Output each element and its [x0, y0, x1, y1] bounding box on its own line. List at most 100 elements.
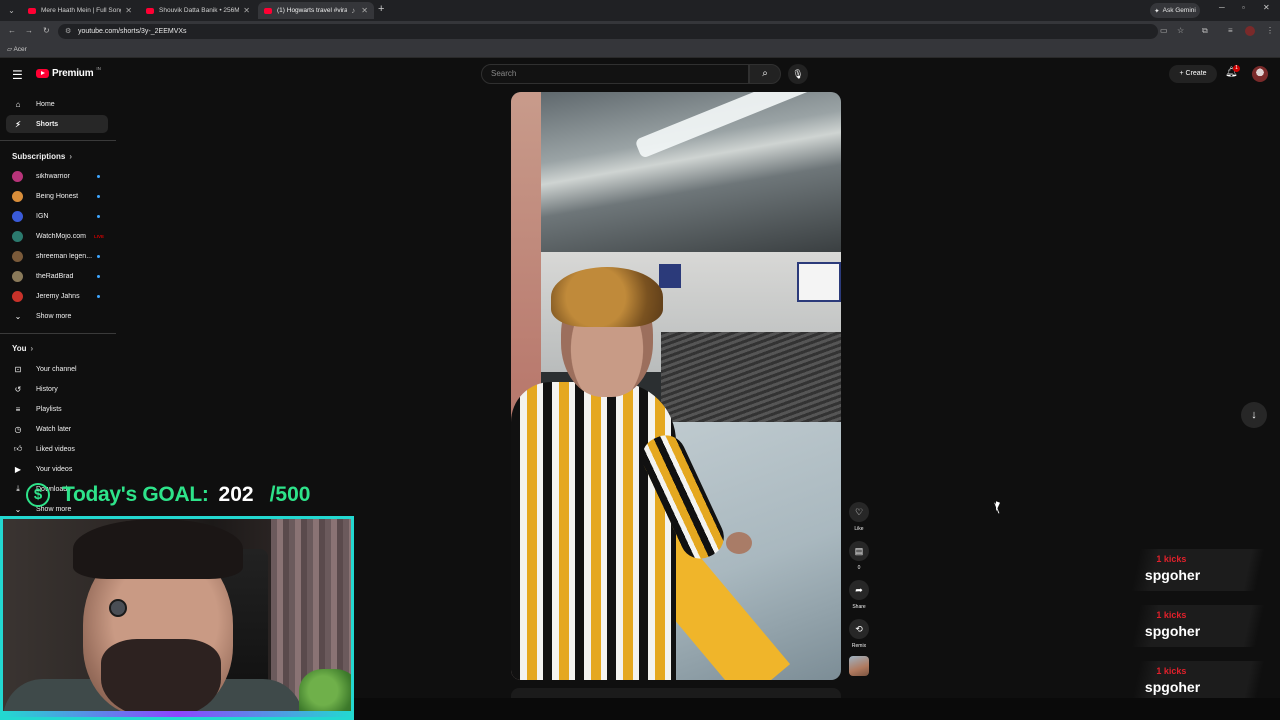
browser-tab-active[interactable]: (1) Hogwarts travel #viral # ♪ ✕ — [258, 2, 374, 19]
subscription-item[interactable]: Being Honest — [6, 187, 108, 205]
cast-icon[interactable]: ▭ — [1160, 26, 1168, 35]
stream-goal-overlay: $ Today's GOAL: 202 /500 — [26, 480, 310, 510]
create-button[interactable]: + Create — [1169, 65, 1217, 83]
subscription-item[interactable]: sikhwarrior — [6, 167, 108, 185]
tab-title: (1) Hogwarts travel #viral # — [277, 7, 348, 14]
browser-tab[interactable]: Mere Haath Mein | Full Song | Fanaa ✕ — [22, 2, 138, 19]
comments-button[interactable]: ▤ 0 — [848, 541, 870, 571]
search-icon: ⌕ — [762, 68, 768, 79]
youtube-logo[interactable]: Premium IN — [36, 66, 101, 79]
url-field[interactable]: ⚙ youtube.com/shorts/3y-_2EEMVXs — [58, 24, 1158, 39]
sound-source-avatar[interactable] — [849, 656, 869, 676]
youtube-header: ☰ Premium IN Search ⌕ 🎙︎ + Create 🔔︎ 1 — [0, 60, 1280, 90]
search-input[interactable]: Search — [481, 64, 749, 84]
sidebar-item-home[interactable]: ⌂ Home — [6, 95, 108, 113]
youtube-favicon-icon — [264, 7, 272, 14]
voice-search-button[interactable]: 🎙︎ — [788, 64, 808, 84]
sidebar-item-your-channel[interactable]: ⊡ Your channel — [6, 360, 108, 378]
mouse-cursor-icon — [996, 501, 1000, 513]
extensions-icon[interactable]: ⧉ — [1202, 26, 1208, 36]
share-arrow-icon: ➦ — [849, 580, 869, 600]
home-icon: ⌂ — [15, 99, 21, 109]
subscription-item[interactable]: WatchMojo.com LIVE — [6, 227, 108, 245]
sidebar-item-playlists[interactable]: ≡ Playlists — [6, 400, 108, 418]
channel-avatar — [12, 290, 23, 302]
minimize-icon[interactable]: ─ — [1219, 3, 1225, 12]
channel-avatar — [12, 190, 23, 202]
chevron-down-icon: ⌄ — [14, 311, 22, 321]
menu-hamburger-icon[interactable]: ☰ — [12, 68, 23, 82]
search-button[interactable]: ⌕ — [749, 64, 781, 84]
tab-title: Mere Haath Mein | Full Song | Fanaa — [41, 7, 121, 14]
goal-label: Today's GOAL: — [62, 483, 209, 506]
subscription-item[interactable]: theRadBrad — [6, 267, 108, 285]
gemini-sparkle-icon: ✦ — [1154, 7, 1160, 15]
close-window-icon[interactable]: ✕ — [1263, 3, 1270, 12]
sidebar-item-shorts[interactable]: ⚡︎ Shorts — [6, 115, 108, 133]
like-button[interactable]: ♡ Like — [848, 502, 870, 532]
clock-icon: ◷ — [14, 424, 22, 434]
person-hair — [551, 267, 663, 327]
back-arrow-icon[interactable]: ← — [8, 26, 16, 35]
chevron-down-icon: ⌄ — [14, 504, 22, 514]
site-info-icon[interactable]: ⚙ — [65, 24, 71, 39]
playlist-icon: ≡ — [15, 404, 21, 414]
kick-alert: 1 kicks spgoher — [1131, 605, 1265, 647]
sidebar-item-watch-later[interactable]: ◷ Watch later — [6, 420, 108, 438]
like-icon: 👍︎ — [13, 444, 23, 453]
video-icon: ▶ — [14, 464, 22, 474]
channel-avatar — [12, 170, 23, 182]
remix-icon: ⟲ — [849, 619, 869, 639]
person-icon: ⊡ — [14, 364, 22, 374]
shorts-video-player[interactable] — [511, 92, 841, 680]
subscription-item[interactable]: IGN — [6, 207, 108, 225]
bookmark-folder[interactable]: ▱ Acer — [7, 45, 27, 53]
heart-icon: ♡ — [849, 502, 869, 522]
bookmarks-bar: ▱ Acer — [0, 42, 1280, 58]
history-icon: ↺ — [14, 384, 22, 394]
divider — [0, 140, 116, 141]
sidebar-item-history[interactable]: ↺ History — [6, 380, 108, 398]
media-controls-icon[interactable]: ≡ — [1228, 26, 1233, 35]
subscriptions-header[interactable]: Subscriptions › — [12, 152, 72, 161]
earbud-icon — [109, 599, 127, 617]
tab-search-chevron-icon[interactable]: ⌄ — [5, 4, 18, 17]
more-menu-icon[interactable]: ⋮ — [1266, 26, 1274, 35]
speaker-icon[interactable]: ♪ — [351, 6, 355, 15]
reload-icon[interactable]: ↻ — [43, 26, 50, 35]
new-content-dot — [97, 214, 100, 218]
bookmark-star-icon[interactable]: ☆ — [1177, 26, 1184, 35]
divider — [0, 333, 116, 334]
new-content-dot — [97, 294, 100, 298]
profile-avatar[interactable] — [1245, 26, 1255, 36]
next-video-button[interactable]: ↓ — [1241, 402, 1267, 428]
you-header[interactable]: You › — [12, 344, 33, 353]
close-tab-icon[interactable]: ✕ — [125, 6, 132, 15]
account-avatar[interactable] — [1252, 66, 1268, 82]
notification-badge: 1 — [1233, 65, 1240, 72]
subscriptions-show-more[interactable]: ⌄ Show more — [6, 307, 108, 325]
new-tab-button[interactable]: + — [378, 3, 384, 15]
subscription-item[interactable]: shreeman legen... — [6, 247, 108, 265]
download-icon: ⤓ — [16, 484, 20, 493]
microphone-icon: 🎙︎ — [792, 69, 804, 79]
sidebar-item-your-videos[interactable]: ▶ Your videos — [6, 460, 108, 478]
share-button[interactable]: ➦ Share — [848, 580, 870, 610]
plus-icon: + — [1179, 70, 1184, 77]
ask-gemini-button[interactable]: ✦ Ask Gemini — [1150, 3, 1200, 18]
webcam-beard — [101, 639, 221, 717]
close-tab-icon[interactable]: ✕ — [361, 6, 368, 15]
shorts-icon: ⚡︎ — [15, 119, 21, 129]
next-short-preview — [511, 688, 841, 698]
maximize-icon[interactable]: ▫ — [1242, 3, 1245, 12]
comment-icon: ▤ — [849, 541, 869, 561]
close-tab-icon[interactable]: ✕ — [243, 6, 250, 15]
new-content-dot — [97, 274, 100, 278]
address-bar-row: ← → ↻ ⚙ youtube.com/shorts/3y-_2EEMVXs ▭… — [0, 21, 1280, 42]
remix-button[interactable]: ⟲ Remix — [848, 619, 870, 649]
youtube-favicon-icon — [28, 7, 36, 14]
subscription-item[interactable]: Jeremy Jahns — [6, 287, 108, 305]
browser-tab[interactable]: Shouvik Datta Banik • 256M Vi ✕ — [140, 2, 256, 19]
forward-arrow-icon[interactable]: → — [25, 26, 33, 35]
sidebar-item-liked-videos[interactable]: 👍︎ Liked videos — [6, 440, 108, 458]
